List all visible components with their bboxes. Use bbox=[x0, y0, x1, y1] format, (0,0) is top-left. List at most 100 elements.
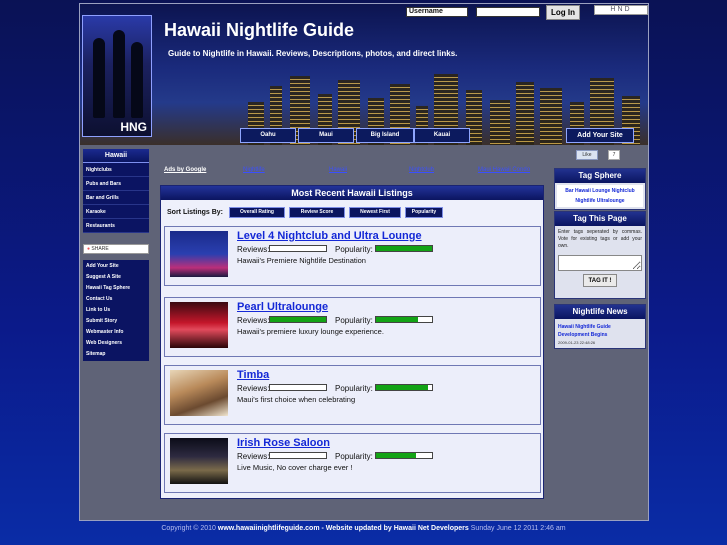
ad-link-nightlife[interactable]: Nightlife bbox=[243, 167, 265, 173]
sort-popularity-button[interactable]: Popularity bbox=[405, 207, 443, 218]
popularity-bar bbox=[375, 452, 433, 459]
listing-description: Hawaii's premiere luxury lounge experien… bbox=[237, 327, 384, 336]
listing-thumbnail[interactable] bbox=[170, 370, 228, 416]
popularity-label: Popularity: bbox=[335, 316, 373, 325]
sidebar-link-web-designers[interactable]: Web Designers bbox=[83, 338, 149, 349]
news-item-title[interactable]: Hawaii Nightlife Guide Development Begin… bbox=[555, 319, 645, 339]
listings-panel: Most Recent Hawaii Listings Sort Listing… bbox=[160, 185, 544, 499]
share-icon: ● bbox=[87, 246, 91, 252]
listing-title[interactable]: Level 4 Nightclub and Ultra Lounge bbox=[237, 230, 422, 242]
reviews-bar bbox=[269, 245, 327, 252]
footer-copyright: Copyright © 2010 bbox=[161, 525, 216, 532]
tag-this-page-box: Tag This Page Enter tags seperated by co… bbox=[554, 211, 646, 299]
listing-thumbnail[interactable] bbox=[170, 438, 228, 484]
tab-maui[interactable]: Maui bbox=[298, 128, 354, 143]
sidebar-links: Add Your Site Suggest A Site Hawaii Tag … bbox=[83, 260, 149, 361]
ad-link-hawaii[interactable]: Hawaii bbox=[329, 167, 347, 173]
site-title[interactable]: Hawaii Nightlife Guide bbox=[164, 20, 354, 41]
sidebar-link-add-your-site[interactable]: Add Your Site bbox=[83, 261, 149, 272]
ads-by-google-link[interactable]: Ads by Google bbox=[164, 167, 206, 173]
reviews-label: Reviews: bbox=[237, 384, 270, 393]
sidebar-link-webmaster-info[interactable]: Webmaster Info bbox=[83, 327, 149, 338]
sidebar-link-sitemap[interactable]: Sitemap bbox=[83, 349, 149, 360]
listing-thumbnail[interactable] bbox=[170, 302, 228, 348]
facebook-like-button[interactable]: Like bbox=[576, 150, 598, 160]
news-item-date: 2009-01-23 22:48:26 bbox=[558, 340, 596, 345]
tab-big-island[interactable]: Big Island bbox=[356, 128, 414, 143]
sidebar-item-karaoke[interactable]: Karaoke bbox=[83, 205, 149, 219]
tab-oahu[interactable]: Oahu bbox=[240, 128, 296, 143]
sidebar-link-submit-story[interactable]: Submit Story bbox=[83, 316, 149, 327]
popularity-fill bbox=[376, 453, 417, 458]
popularity-fill bbox=[376, 385, 428, 390]
listing-item: Level 4 Nightclub and Ultra Lounge Revie… bbox=[164, 226, 541, 286]
listing-item: Irish Rose Saloon Reviews: Popularity: L… bbox=[164, 433, 541, 493]
hnd-badge[interactable]: HND bbox=[594, 5, 648, 15]
sidebar-link-contact-us[interactable]: Contact Us bbox=[83, 294, 149, 305]
sidebar-item-pubs-and-bars[interactable]: Pubs and Bars bbox=[83, 177, 149, 191]
listings-heading: Most Recent Hawaii Listings bbox=[161, 186, 543, 200]
popularity-fill bbox=[376, 246, 432, 251]
sort-overall-rating-button[interactable]: Overall Rating bbox=[229, 207, 285, 218]
sidebar-link-suggest-a-site[interactable]: Suggest A Site bbox=[83, 272, 149, 283]
reviews-label: Reviews: bbox=[237, 452, 270, 461]
tag-sphere-heading: Tag Sphere bbox=[555, 169, 645, 183]
ad-link-maui-condo[interactable]: Maui Hawaii Condo bbox=[478, 167, 530, 173]
silhouette-figure bbox=[131, 42, 143, 118]
login-button[interactable]: Log In bbox=[546, 5, 580, 20]
reviews-bar bbox=[269, 384, 327, 391]
listing-thumbnail[interactable] bbox=[170, 231, 228, 277]
footer-updated-by[interactable]: - Website updated by Hawaii Net Develope… bbox=[322, 525, 469, 532]
reviews-bar bbox=[269, 452, 327, 459]
ad-link-nightclub[interactable]: Nightclub bbox=[409, 167, 434, 173]
nightlife-news-box: Nightlife News Hawaii Nightlife Guide De… bbox=[554, 304, 646, 349]
sidebar-item-bar-and-grills[interactable]: Bar and Grills bbox=[83, 191, 149, 205]
sidebar-link-link-to-us[interactable]: Link to Us bbox=[83, 305, 149, 316]
popularity-label: Popularity: bbox=[335, 384, 373, 393]
footer-updated-date: Sunday June 12 2011 2:46 am bbox=[470, 525, 566, 532]
reviews-bar bbox=[269, 316, 327, 323]
listing-item: Timba Reviews: Popularity: Maui's first … bbox=[164, 365, 541, 425]
footer: Copyright © 2010 www.hawaiinightlifeguid… bbox=[0, 525, 727, 532]
logo-text: HNG bbox=[120, 120, 147, 134]
like-count: 7 bbox=[608, 150, 620, 160]
site-header: HNG Hawaii Nightlife Guide Guide to Nigh… bbox=[80, 4, 648, 145]
listing-title[interactable]: Irish Rose Saloon bbox=[237, 437, 330, 449]
share-button[interactable]: ● SHARE bbox=[83, 244, 149, 254]
silhouette-figure bbox=[113, 30, 125, 118]
tag-cloud[interactable]: Bar Hawaii Lounge Nightclub Nightlife Ul… bbox=[557, 185, 643, 207]
tag-input[interactable] bbox=[558, 255, 642, 271]
tag-sphere-box: Tag Sphere Bar Hawaii Lounge Nightclub N… bbox=[554, 168, 646, 210]
sidebar-categories: Hawaii Nightclubs Pubs and Bars Bar and … bbox=[83, 149, 149, 233]
sort-newest-first-button[interactable]: Newest First bbox=[349, 207, 401, 218]
tab-kauai[interactable]: Kauai bbox=[414, 128, 470, 143]
sort-label: Sort Listings By: bbox=[167, 209, 224, 216]
sidebar-link-tag-sphere[interactable]: Hawaii Tag Sphere bbox=[83, 283, 149, 294]
reviews-label: Reviews: bbox=[237, 316, 270, 325]
listing-title[interactable]: Pearl Ultralounge bbox=[237, 301, 328, 313]
footer-domain-link[interactable]: www.hawaiinightlifeguide.com bbox=[218, 525, 320, 532]
tag-help-text: Enter tags seperated by commas. Vote for… bbox=[558, 229, 642, 249]
listing-item: Pearl Ultralounge Reviews: Popularity: H… bbox=[164, 297, 541, 357]
site-logo[interactable]: HNG bbox=[82, 15, 152, 137]
add-your-site-tab[interactable]: Add Your Site bbox=[566, 128, 634, 143]
listing-description: Hawaii's Premiere Nightlife Destination bbox=[237, 256, 366, 265]
popularity-bar bbox=[375, 245, 433, 252]
tag-it-button[interactable]: TAG IT ! bbox=[583, 274, 617, 287]
ads-row: Ads by Google Nightlife Hawaii Nightclub… bbox=[164, 167, 544, 177]
reviews-fill bbox=[270, 317, 326, 322]
reviews-label: Reviews: bbox=[237, 245, 270, 254]
listing-description: Maui's first choice when celebrating bbox=[237, 395, 356, 404]
share-label: SHARE bbox=[91, 246, 109, 252]
popularity-label: Popularity: bbox=[335, 245, 373, 254]
news-heading: Nightlife News bbox=[555, 305, 645, 319]
sidebar-heading: Hawaii bbox=[83, 149, 149, 163]
username-field[interactable]: Username bbox=[406, 7, 468, 17]
password-field[interactable] bbox=[476, 7, 540, 17]
sort-review-score-button[interactable]: Review Score bbox=[289, 207, 345, 218]
sidebar-item-nightclubs[interactable]: Nightclubs bbox=[83, 163, 149, 177]
sidebar-item-restaurants[interactable]: Restaurants bbox=[83, 219, 149, 233]
listing-title[interactable]: Timba bbox=[237, 369, 269, 381]
page-frame: HNG Hawaii Nightlife Guide Guide to Nigh… bbox=[79, 3, 649, 521]
tag-page-heading: Tag This Page bbox=[555, 212, 645, 226]
